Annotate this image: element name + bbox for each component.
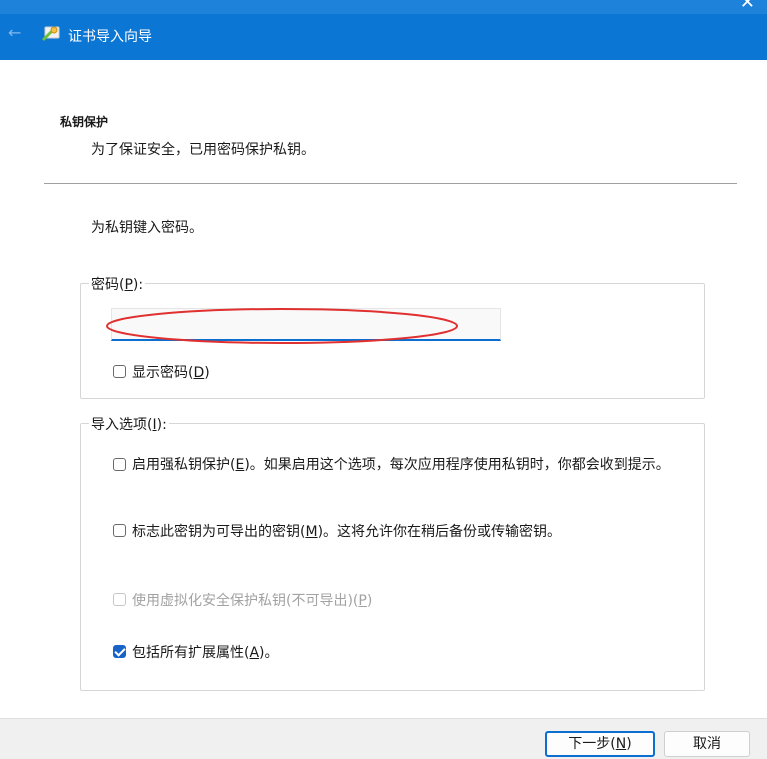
strong-protection-checkbox[interactable] [113, 458, 126, 471]
virtualization-option: 使用虚拟化安全保护私钥(不可导出)(P) [113, 590, 372, 610]
section-title: 私钥保护 [60, 115, 109, 129]
show-password-label: 显示密码(D) [132, 365, 210, 381]
instruction-text: 为私钥键入密码。 [91, 220, 203, 236]
back-arrow-icon[interactable]: ← [8, 25, 21, 41]
extended-properties-label: 包括所有扩展属性(A)。 [132, 645, 279, 661]
exportable-key-option[interactable]: 标志此密钥为可导出的密钥(M)。这将允许你在稍后备份或传输密钥。 [113, 521, 561, 541]
virtualization-checkbox [113, 593, 126, 606]
strong-protection-option[interactable]: 启用强私钥保护(E)。如果启用这个选项，每次应用程序使用私钥时，你都会收到提示。 [113, 455, 693, 475]
show-password-checkbox[interactable] [113, 365, 126, 378]
extended-properties-checkbox[interactable] [113, 645, 126, 658]
close-icon[interactable]: ✕ [740, 0, 755, 12]
next-button[interactable]: 下一步(N) [545, 731, 655, 757]
header-divider [44, 183, 737, 184]
annotation-red-ellipse [106, 308, 458, 344]
exportable-key-label: 标志此密钥为可导出的密钥(M)。这将允许你在稍后备份或传输密钥。 [132, 524, 562, 540]
strong-protection-label: 启用强私钥保护(E)。如果启用这个选项，每次应用程序使用私钥时，你都会收到提示。 [132, 457, 670, 473]
show-password-option[interactable]: 显示密码(D) [113, 362, 210, 382]
title-bar-strip [0, 0, 767, 14]
import-options-label: 导入选项(I): [89, 414, 169, 434]
virtualization-label: 使用虚拟化安全保护私钥(不可导出)(P) [132, 593, 373, 609]
window-title: 证书导入向导 [68, 29, 152, 45]
extended-properties-option[interactable]: 包括所有扩展属性(A)。 [113, 642, 279, 662]
password-group-label: 密码(P): [89, 274, 146, 294]
section-subtitle: 为了保证安全，已用密码保护私钥。 [91, 142, 315, 158]
exportable-key-checkbox[interactable] [113, 524, 126, 537]
certificate-wizard-icon [42, 26, 60, 41]
title-bar: ✕ ← 证书导入向导 [0, 0, 767, 60]
cancel-button[interactable]: 取消 [664, 731, 750, 757]
